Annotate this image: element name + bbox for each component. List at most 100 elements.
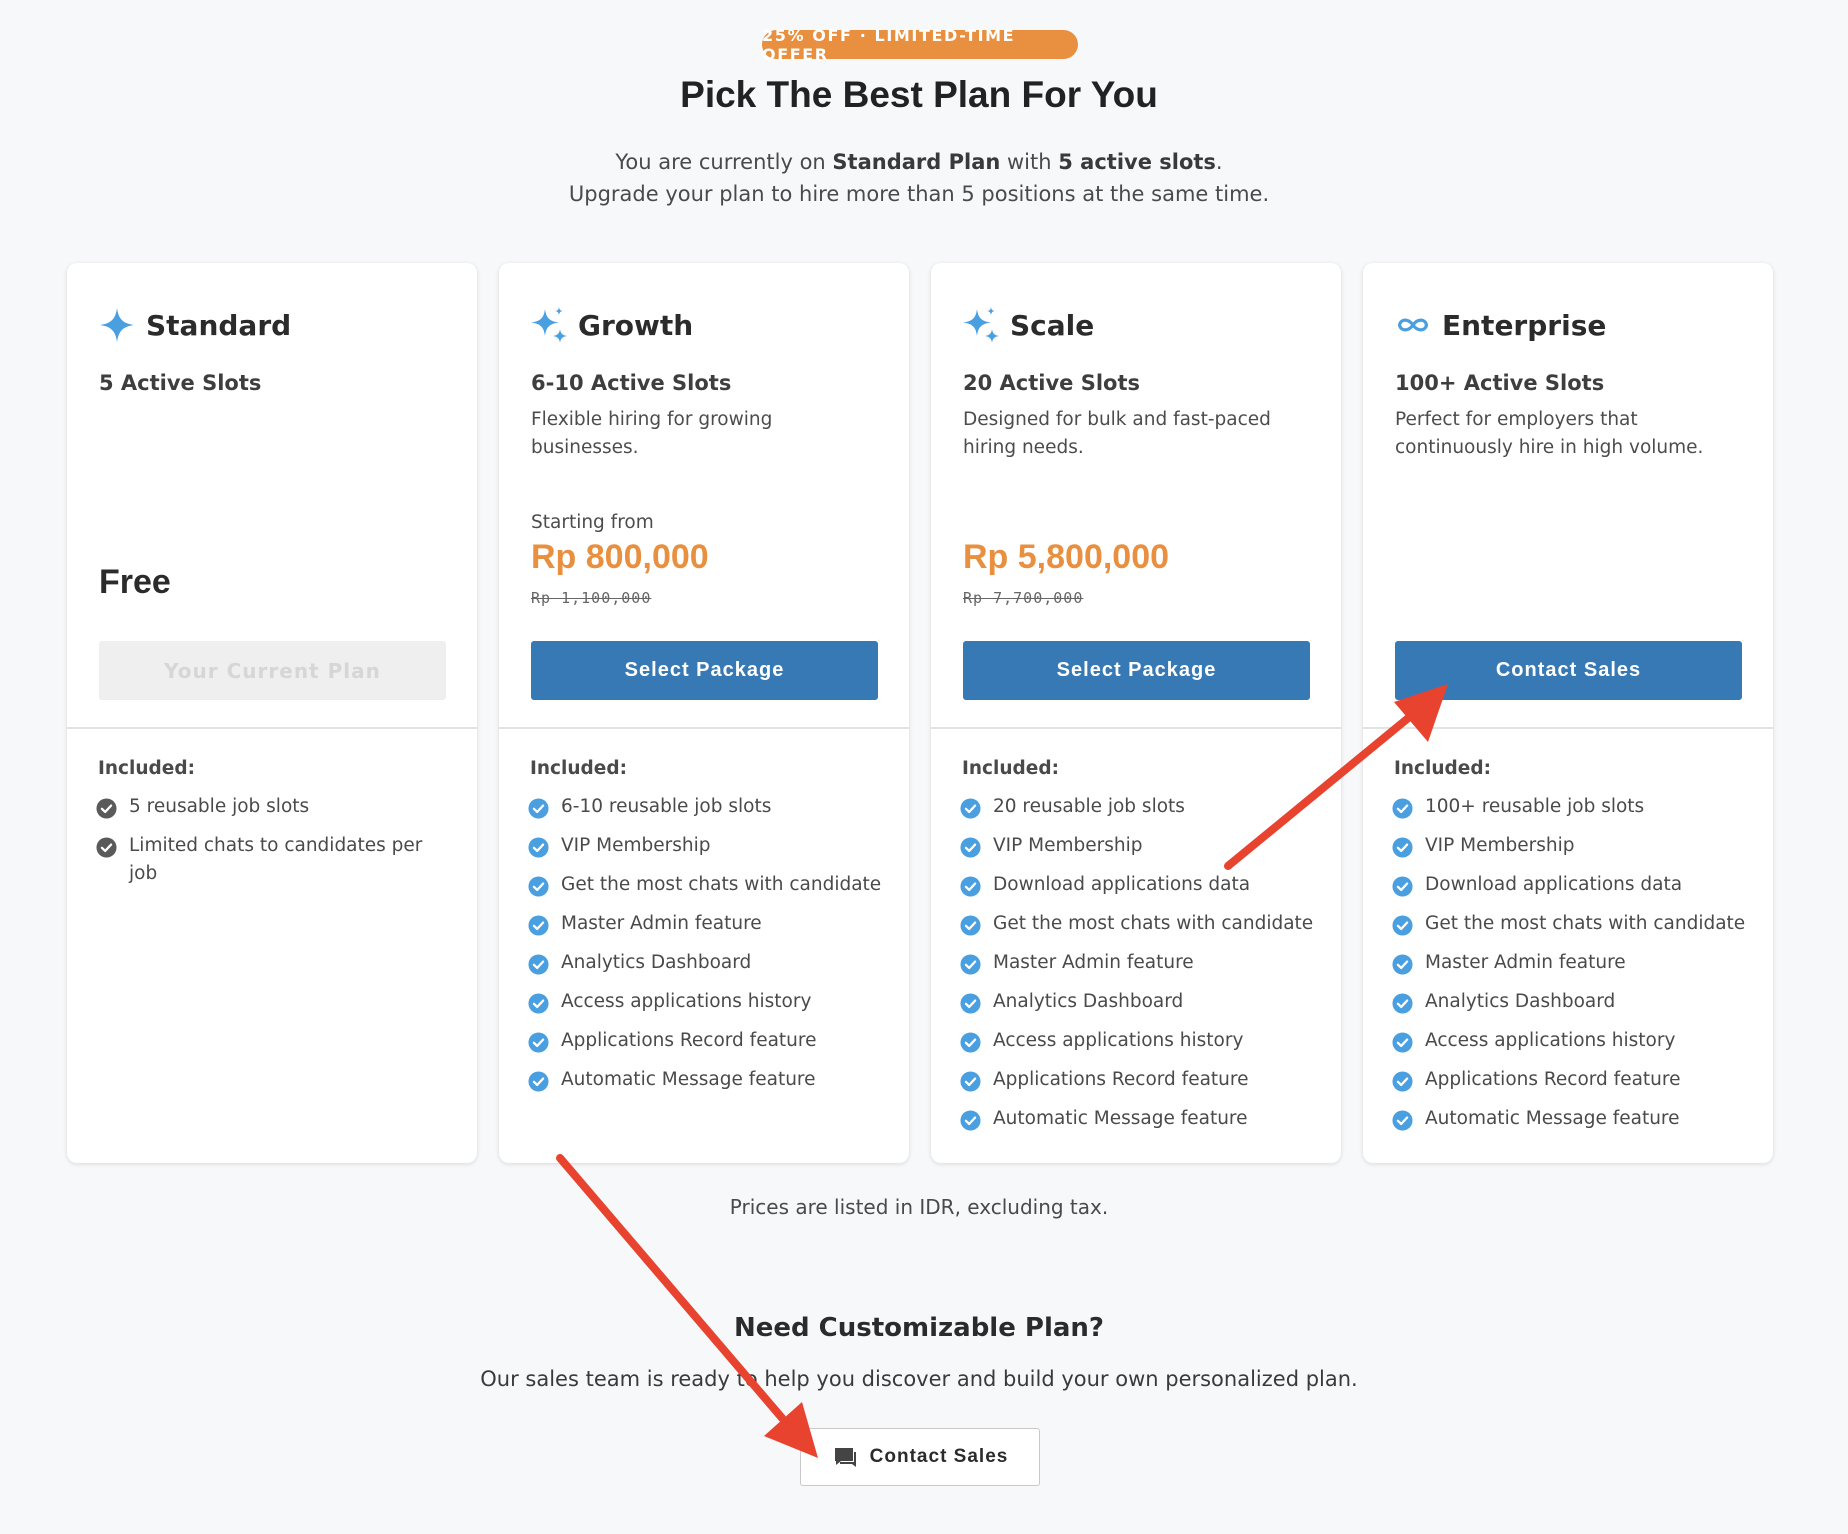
- custom-plan-title: Need Customizable Plan?: [733, 1313, 1105, 1343]
- plan-price: Rp 800,000: [531, 538, 709, 576]
- feature-label: 100+ reusable job slots: [1425, 796, 1645, 817]
- current-plan-button[interactable]: Your Current Plan: [99, 641, 446, 700]
- check-circle-icon: [1392, 954, 1413, 975]
- card-divider: [67, 727, 477, 729]
- card-divider: [1363, 727, 1773, 729]
- feature-label: Download applications data: [1425, 874, 1683, 895]
- plan-name: Scale: [1010, 309, 1095, 342]
- sparkles-icon: [963, 307, 999, 343]
- infinity-icon: [1397, 318, 1429, 332]
- feature-item: Analytics Dashboard: [1392, 988, 1752, 1016]
- feature-label: Applications Record feature: [1425, 1069, 1681, 1090]
- contact-sales-bottom-button[interactable]: Contact Sales: [800, 1428, 1040, 1486]
- plan-name: Enterprise: [1442, 309, 1607, 342]
- plan-card-standard: Standard 5 Active Slots Free Your Curren…: [67, 263, 477, 1163]
- feature-item: Master Admin feature: [960, 949, 1320, 977]
- feature-item: Automatic Message feature: [528, 1066, 888, 1094]
- feature-item: 100+ reusable job slots: [1392, 793, 1752, 821]
- feature-item: Applications Record feature: [528, 1027, 888, 1055]
- upgrade-text: Upgrade your plan to hire more than 5 po…: [568, 182, 1270, 206]
- feature-label: Access applications history: [561, 991, 812, 1012]
- feature-list: 5 reusable job slots Limited chats to can…: [96, 793, 456, 899]
- feature-label: Get the most chats with candidate: [1425, 913, 1746, 934]
- check-circle-icon: [1392, 837, 1413, 858]
- feature-label: 5 reusable job slots: [129, 796, 310, 817]
- current-plan-text: You are currently on Standard Plan with …: [615, 150, 1223, 174]
- feature-item: Get the most chats with candidate: [1392, 910, 1752, 938]
- plan-description: Perfect for employers that continuously …: [1395, 409, 1704, 458]
- feature-label: Get the most chats with candidate: [993, 913, 1314, 934]
- included-label: Included:: [1394, 758, 1491, 779]
- feature-label: Applications Record feature: [561, 1030, 817, 1051]
- included-label: Included:: [530, 758, 627, 779]
- feature-label: Master Admin feature: [561, 913, 762, 934]
- feature-item: Access applications history: [528, 988, 888, 1016]
- check-circle-icon: [528, 1071, 549, 1092]
- feature-item: Master Admin feature: [1392, 949, 1752, 977]
- check-circle-icon: [1392, 876, 1413, 897]
- check-circle-icon: [1392, 915, 1413, 936]
- plan-old-price: Rp 7,700,000: [963, 589, 1084, 607]
- check-circle-icon: [528, 798, 549, 819]
- card-divider: [499, 727, 909, 729]
- price-note: Prices are listed in IDR, excluding tax.: [729, 1195, 1109, 1219]
- check-circle-icon: [1392, 1110, 1413, 1131]
- feature-label: Master Admin feature: [993, 952, 1194, 973]
- feature-item: 6-10 reusable job slots: [528, 793, 888, 821]
- check-circle-icon: [1392, 1071, 1413, 1092]
- plan-description: Flexible hiring for growing businesses.: [531, 409, 773, 458]
- feature-item: Analytics Dashboard: [528, 949, 888, 977]
- select-package-button[interactable]: Select Package: [963, 641, 1310, 700]
- feature-item: Applications Record feature: [960, 1066, 1320, 1094]
- feature-item: Get the most chats with candidate: [528, 871, 888, 899]
- plan-slots: 20 Active Slots: [963, 371, 1141, 395]
- included-label: Included:: [98, 758, 195, 779]
- check-circle-icon: [96, 798, 117, 819]
- feature-label: VIP Membership: [1425, 835, 1575, 856]
- feature-item: Access applications history: [1392, 1027, 1752, 1055]
- feature-label: Applications Record feature: [993, 1069, 1249, 1090]
- plan-card-growth: Growth 6-10 Active Slots Flexible hiring…: [499, 263, 909, 1163]
- feature-label: Analytics Dashboard: [561, 952, 752, 973]
- feature-list: 100+ reusable job slots VIP Membership Dow…: [1392, 793, 1752, 1144]
- check-circle-icon: [1392, 993, 1413, 1014]
- plan-slots: 5 Active Slots: [99, 371, 262, 395]
- check-circle-icon: [528, 837, 549, 858]
- feature-label: Automatic Message feature: [1425, 1108, 1680, 1129]
- feature-item: VIP Membership: [1392, 832, 1752, 860]
- contact-sales-button[interactable]: Contact Sales: [1395, 641, 1742, 700]
- feature-list: 6-10 reusable job slots VIP Membership Get…: [528, 793, 888, 1105]
- check-circle-icon: [96, 837, 117, 858]
- plan-price: Rp 5,800,000: [963, 538, 1170, 576]
- feature-item: Get the most chats with candidate: [960, 910, 1320, 938]
- plan-card-scale: Scale 20 Active Slots Designed for bulk …: [931, 263, 1341, 1163]
- feature-label: VIP Membership: [561, 835, 711, 856]
- feature-label: VIP Membership: [993, 835, 1143, 856]
- check-circle-icon: [960, 876, 981, 897]
- feature-item: VIP Membership: [960, 832, 1320, 860]
- chat-icon: [834, 1448, 856, 1467]
- check-circle-icon: [1392, 1032, 1413, 1053]
- feature-item: 20 reusable job slots: [960, 793, 1320, 821]
- feature-item: Analytics Dashboard: [960, 988, 1320, 1016]
- feature-label: 6-10 reusable job slots: [561, 796, 772, 817]
- plan-card-enterprise: Enterprise 100+ Active Slots Perfect for…: [1363, 263, 1773, 1163]
- check-circle-icon: [960, 1110, 981, 1131]
- feature-label: Download applications data: [993, 874, 1251, 895]
- plan-price: Free: [99, 563, 171, 601]
- plan-slots: 100+ Active Slots: [1395, 371, 1605, 395]
- offer-badge: 25% OFF · LIMITED-TIME OFFER: [762, 26, 1078, 64]
- check-circle-icon: [960, 993, 981, 1014]
- plan-description: Designed for bulk and fast-paced hiring …: [963, 409, 1271, 458]
- contact-sales-label: Contact Sales: [869, 1446, 1009, 1467]
- feature-item: Master Admin feature: [528, 910, 888, 938]
- check-circle-icon: [528, 954, 549, 975]
- feature-label: Limited chats to candidates per job: [129, 835, 423, 884]
- feature-item: Access applications history: [960, 1027, 1320, 1055]
- feature-item: Automatic Message feature: [1392, 1105, 1752, 1133]
- check-circle-icon: [528, 1032, 549, 1053]
- included-label: Included:: [962, 758, 1059, 779]
- sparkles-icon: [531, 307, 567, 343]
- select-package-button[interactable]: Select Package: [531, 641, 878, 700]
- feature-item: VIP Membership: [528, 832, 888, 860]
